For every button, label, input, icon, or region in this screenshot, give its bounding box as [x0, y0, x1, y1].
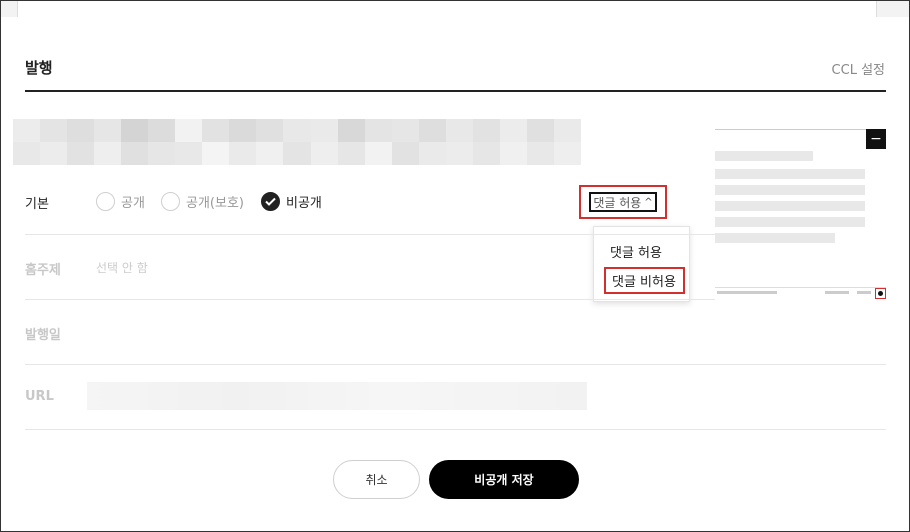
comment-dropdown: 댓글 허용 댓글 비허용	[593, 226, 690, 302]
post-preview-thumbnail: −	[715, 129, 886, 301]
publish-dialog: 발행 CCL 설정 기본 공개 공개(보호) 비공개 댓글 허용 ^ 댓글 허용…	[0, 0, 910, 532]
dropdown-option-disallow[interactable]: 댓글 비허용	[604, 267, 685, 294]
radio-circle	[161, 192, 180, 211]
row-divider	[25, 429, 886, 430]
ccl-settings-link[interactable]: CCL 설정	[832, 59, 885, 78]
url-label: URL	[25, 389, 54, 404]
minus-icon[interactable]: −	[866, 129, 886, 149]
preview-footer	[715, 287, 886, 299]
top-strip	[1, 1, 909, 17]
date-label: 발행일	[25, 328, 61, 343]
topic-label: 홈주제	[25, 263, 61, 278]
dialog-title: 발행	[25, 59, 53, 77]
radio-public-protected-label: 공개(보호)	[186, 196, 244, 211]
save-private-button[interactable]: 비공개 저장	[429, 460, 579, 499]
url-field[interactable]	[87, 382, 587, 410]
comment-select-highlight: 댓글 허용 ^	[579, 185, 667, 219]
title-divider	[25, 90, 886, 92]
blurred-title-preview	[13, 119, 581, 165]
comment-select-value: 댓글 허용	[593, 195, 642, 210]
topic-select[interactable]: 선택 안 함	[96, 259, 148, 276]
chevron-up-icon: ^	[644, 196, 653, 208]
row-divider	[25, 364, 886, 365]
radio-public-label: 공개	[121, 196, 145, 211]
radio-public[interactable]: 공개	[96, 192, 145, 211]
preview-marker-icon	[875, 288, 886, 299]
basic-label: 기본	[25, 197, 49, 212]
comment-select[interactable]: 댓글 허용 ^	[589, 192, 657, 212]
radio-private[interactable]: 비공개	[261, 192, 322, 211]
radio-private-label: 비공개	[286, 196, 322, 211]
radio-public-protected[interactable]: 공개(보호)	[161, 192, 244, 211]
dropdown-option-allow[interactable]: 댓글 허용	[610, 242, 662, 261]
radio-circle	[96, 192, 115, 211]
check-icon	[261, 192, 280, 211]
cancel-button[interactable]: 취소	[333, 460, 420, 499]
